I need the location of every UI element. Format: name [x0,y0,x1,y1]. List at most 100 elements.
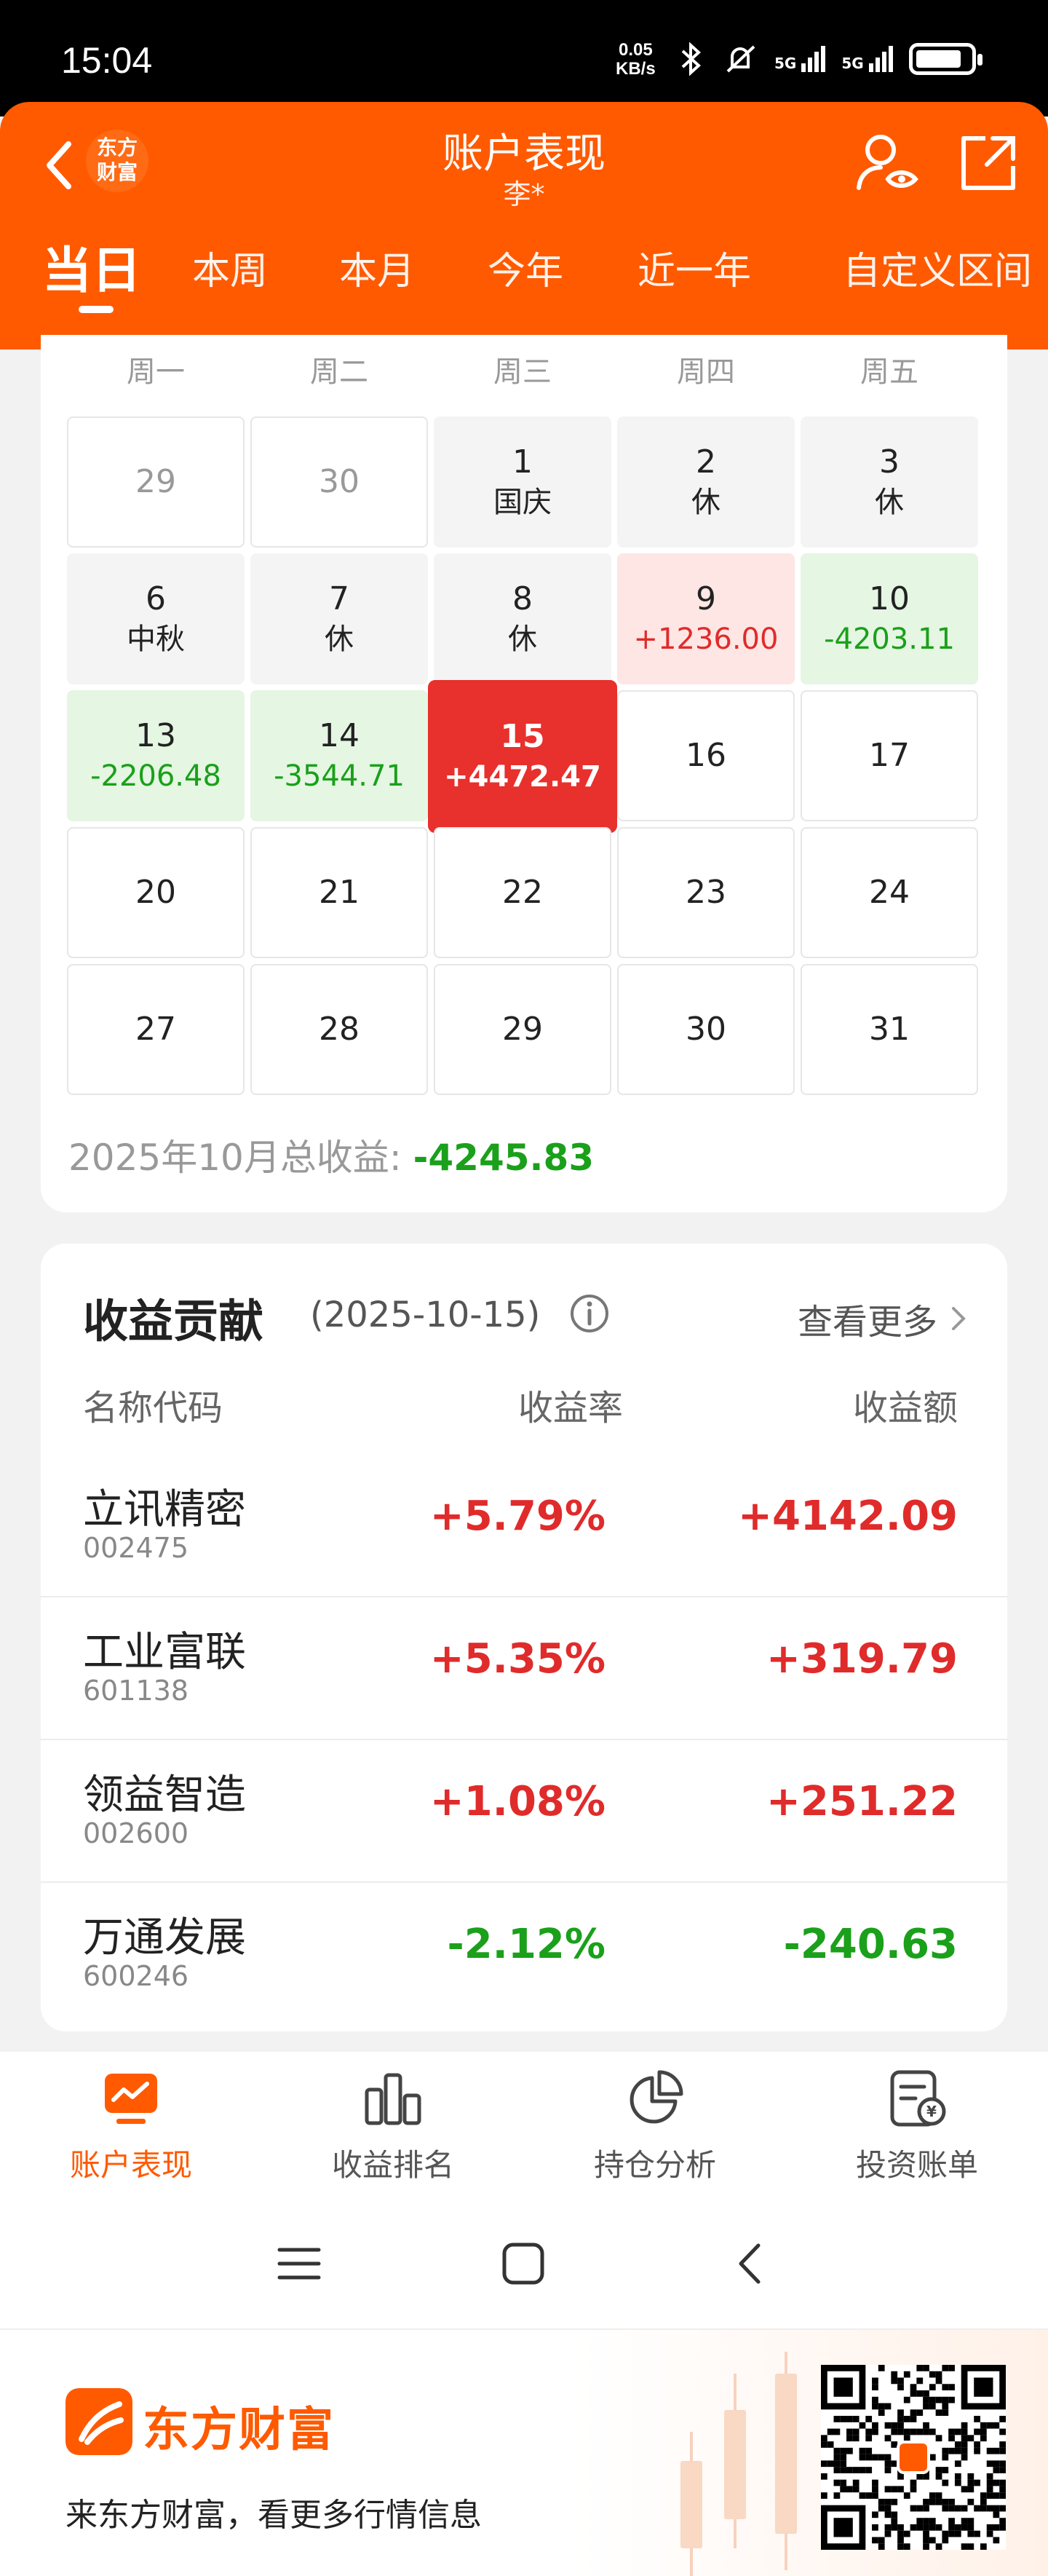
back-icon[interactable] [725,2238,776,2289]
qr-logo-icon [897,2441,930,2474]
calendar-day-number: 17 [869,737,910,774]
signal-icon-2: 5G [841,46,893,72]
calendar-day-cell[interactable]: 15 +4472.47 [428,680,617,833]
pie-chart-icon [630,2070,683,2124]
monitor-chart-icon [105,2074,157,2124]
weekday-label: 周四 [677,355,735,389]
calendar-day-cell[interactable]: 28 [250,964,428,1095]
footer-brand: 东方财富 [143,2403,335,2457]
calendar-day-cell[interactable]: 23 [617,827,795,958]
contribution-row[interactable]: 立讯精密 002475 +5.79% +4142.09 [41,1455,1007,1597]
calendar-day-cell[interactable]: 7休 [250,553,428,684]
calendar-day-cell[interactable]: 1 国庆 [434,416,611,548]
calendar-day-cell[interactable]: 31 [801,964,978,1095]
nav-profit-ranking[interactable]: 收益排名 [284,2068,502,2185]
calendar-day-number: 23 [686,874,726,911]
contribution-card: 收益贡献 (2025-10-15) 查看更多 名称代码 收益率 收益额 立讯精密… [41,1244,1007,2031]
calendar-day-cell[interactable]: 24 [801,827,978,958]
system-nav-bar [0,2197,1048,2328]
calendar-day-cell[interactable]: 21 [250,827,428,958]
calendar-day-number: 20 [135,874,176,911]
calendar-day-cell[interactable]: 30 [617,964,795,1095]
stock-code: 600246 [83,1960,189,1992]
footer-banner: 东方财富 来东方财富，看更多行情信息 [0,2328,1048,2576]
footer-slogan: 来东方财富，看更多行情信息 [66,2497,482,2534]
eastmoney-logo-icon [66,2388,132,2455]
tab-last-year[interactable]: 近一年 [638,240,751,295]
calendar-day-cell[interactable]: 27 [67,964,245,1095]
calendar-day-note: 中秋 [127,623,185,656]
bottom-nav: 账户表现 收益排名 持仓分析 ¥ 投资账单 [0,2052,1048,2197]
contribution-row[interactable]: 领益智造 002600 +1.08% +251.22 [41,1740,1007,1883]
stock-code: 601138 [83,1675,189,1707]
calendar-day-cell[interactable]: 17 [801,690,978,821]
stock-return-rate: +1.08% [429,1778,606,1825]
calendar-day-number: 13 [135,717,176,754]
tab-today[interactable]: 当日 [42,230,141,302]
calendar-day-cell[interactable]: 10 -4203.11 [801,553,978,684]
info-icon[interactable] [568,1292,611,1335]
calendar-day-number: 27 [135,1011,176,1048]
weekday-label: 周二 [310,355,368,389]
calendar-day-number: 21 [319,874,360,911]
calendar-day-number: 24 [869,874,910,911]
calendar-day-number: 30 [686,1011,726,1048]
nav-holding-analysis[interactable]: 持仓分析 [546,2068,764,2185]
calendar-day-cell[interactable]: 9 +1236.00 [617,553,795,684]
chevron-right-icon [952,1307,966,1330]
calendar-day-cell[interactable]: 16 [617,690,795,821]
bill-icon: ¥ [890,2070,946,2127]
col-header-rate: 收益率 [518,1388,624,1429]
stock-return-rate: +5.35% [429,1635,606,1683]
calendar-day-cell[interactable]: 29 [67,416,245,548]
stock-return-rate: -2.12% [447,1921,606,1968]
battery-icon [908,43,982,75]
menu-icon[interactable] [274,2238,325,2289]
stock-return-rate: +5.79% [429,1493,606,1540]
calendar-day-cell[interactable]: 29 [434,964,611,1095]
stock-name: 领益智造 [83,1771,246,1819]
calendar-day-cell[interactable]: 8休 [434,553,611,684]
status-icons: 5G 5G [677,41,982,77]
weekday-label: 周五 [860,355,918,389]
calendar-day-number: 9 [696,580,716,617]
calendar-day-cell[interactable]: 2休 [617,416,795,548]
tab-week[interactable]: 本周 [192,240,268,295]
net-speed: 0.05 KB/s [616,40,656,79]
calendar-day-cell[interactable]: 3休 [801,416,978,548]
user-eye-icon[interactable] [852,128,921,198]
signal-icon: 5G [774,46,826,72]
stock-return-amount: +319.79 [766,1635,958,1683]
view-more-link[interactable]: 查看更多 [798,1293,968,1344]
calendar-day-note: +1236.00 [633,623,779,656]
stock-return-amount: +4142.09 [738,1493,958,1540]
home-icon[interactable] [498,2238,549,2289]
stock-code: 002475 [83,1532,189,1564]
calendar-day-cell[interactable]: 20 [67,827,245,958]
tab-month[interactable]: 本月 [339,240,415,295]
col-header-name: 名称代码 [83,1388,223,1429]
calendar-day-number: 1 [512,443,533,481]
calendar-day-cell[interactable]: 22 [434,827,611,958]
calendar-day-number: 28 [319,1011,360,1048]
nav-investment-bill[interactable]: ¥ 投资账单 [808,2068,1026,2185]
nav-account-performance[interactable]: 账户表现 [22,2068,240,2185]
app-header: 东方 财富 账户表现 李* 当日 本周 本月 今年 近一年 自定义区间 [0,102,1048,349]
contribution-row[interactable]: 工业富联 601138 +5.35% +319.79 [41,1597,1007,1740]
bell-muted-icon [726,45,755,73]
calendar-day-note: -3544.71 [274,759,405,793]
calendar-day-cell[interactable]: 30 [250,416,428,548]
tab-year[interactable]: 今年 [488,240,563,295]
calendar-day-number: 7 [329,580,349,617]
calendar-day-note: 休 [508,623,537,656]
calendar-day-note: 国庆 [493,486,552,519]
calendar-day-cell[interactable]: 13 -2206.48 [67,690,245,821]
calendar-day-number: 15 [500,718,545,755]
share-icon[interactable] [953,128,1023,198]
calendar-day-cell[interactable]: 6 中秋 [67,553,245,684]
calendar-day-cell[interactable]: 14 -3544.71 [250,690,428,821]
contribution-row[interactable]: 万通发展 600246 -2.12% -240.63 [41,1883,1007,2026]
contribution-date: (2025-10-15) [310,1295,541,1335]
tab-custom-range[interactable]: 自定义区间 [843,240,1032,295]
period-tabs: 当日 本周 本月 今年 近一年 自定义区间 [0,230,1048,317]
